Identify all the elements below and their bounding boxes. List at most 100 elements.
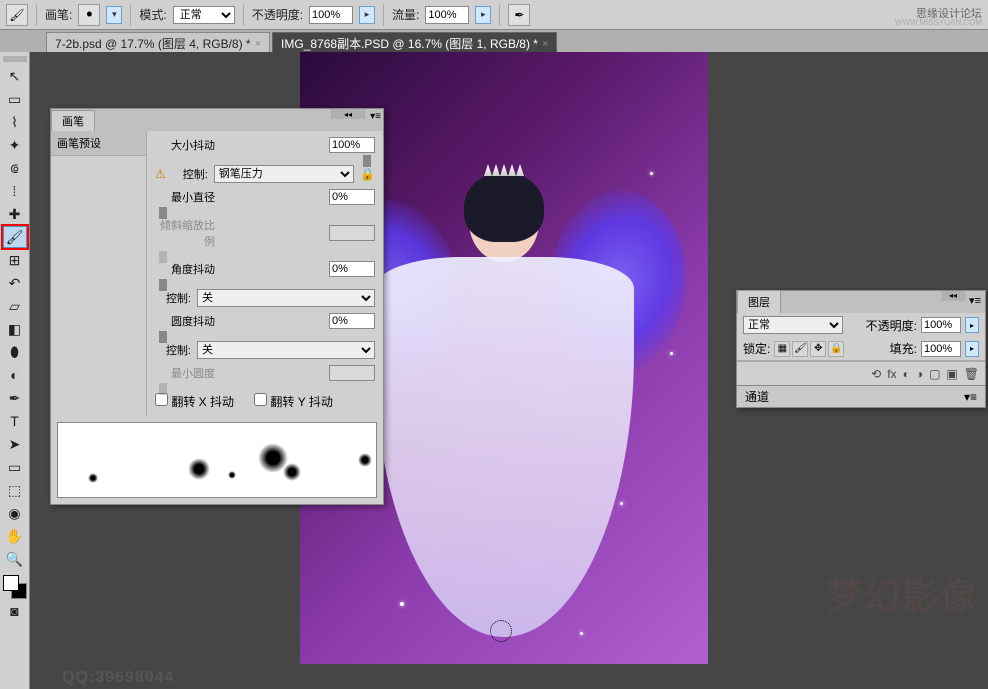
3d-tool[interactable]: ⬚ (3, 479, 27, 501)
tilt-scale-input (329, 225, 375, 241)
brush-dropdown-icon[interactable]: ▾ (106, 6, 122, 24)
tab-2-label: IMG_8768副本.PSD @ 16.7% (图层 1, RGB/8) * (281, 35, 538, 52)
opacity-arrow-icon[interactable]: ▸ (359, 6, 375, 24)
blur-tool[interactable]: ⬮ (3, 341, 27, 363)
pen-tool[interactable]: ✒ (3, 387, 27, 409)
document-tab-bar: 7-2b.psd @ 17.7% (图层 4, RGB/8) * × IMG_8… (0, 30, 988, 52)
brush-settings-detail: 大小抖动 ⚠ 控制: 钢笔压力 🔒 最小直径 倾斜缩放比例 角度抖动 (147, 131, 383, 416)
brush-label: 画笔: (45, 6, 72, 23)
angle-jitter-input[interactable] (329, 261, 375, 277)
layer-opacity-input[interactable] (921, 317, 961, 333)
fill-input[interactable] (921, 341, 961, 357)
airbrush-icon[interactable]: ✒ (508, 4, 530, 26)
brush-preset-header[interactable]: 画笔预设 (51, 131, 146, 156)
lock-all-icon[interactable]: 🔒 (828, 341, 844, 357)
zoom-tool[interactable]: 🔍 (3, 548, 27, 570)
marquee-tool[interactable]: ▭ (3, 88, 27, 110)
layer-opacity-label: 不透明度: (866, 317, 917, 334)
control-select[interactable]: 钢笔压力 (214, 165, 354, 183)
eyedropper-tool[interactable]: ⁞ (3, 180, 27, 202)
foreground-color[interactable] (3, 575, 19, 591)
lock-transparency-icon[interactable]: ▦ (774, 341, 790, 357)
new-layer-icon[interactable]: ▣ (946, 367, 957, 381)
close-icon[interactable]: × (542, 38, 548, 50)
blend-mode-select[interactable]: 正常 (743, 316, 843, 334)
delete-layer-icon[interactable]: 🗑 (964, 367, 979, 381)
panel-menu-icon[interactable]: ▾≡ (370, 111, 381, 122)
layer-mask-icon[interactable]: ◐ (903, 367, 910, 381)
size-jitter-label: 大小抖动 (155, 137, 215, 153)
brush-stroke-preview (57, 422, 377, 498)
lock-icons-group: ▦ 🖌 ✥ 🔒 (774, 341, 844, 357)
control3-select[interactable]: 关 (197, 341, 375, 359)
eraser-tool[interactable]: ▱ (3, 295, 27, 317)
shape-tool[interactable]: ▭ (3, 456, 27, 478)
warning-icon: ⚠ (155, 167, 166, 181)
flow-arrow-icon[interactable]: ▸ (475, 6, 491, 24)
tab-1-label: 7-2b.psd @ 17.7% (图层 4, RGB/8) * (55, 35, 251, 52)
quickmask-tool[interactable]: ◙ (3, 600, 27, 622)
control-label: 控制: (172, 166, 208, 182)
brush-preview-icon[interactable]: • (78, 4, 100, 26)
close-icon[interactable]: × (255, 38, 261, 50)
lock-paint-icon[interactable]: 🖌 (792, 341, 808, 357)
brush-panel-tab[interactable]: 画笔 (51, 110, 95, 131)
history-brush-tool[interactable]: ↶ (3, 272, 27, 294)
opacity-label: 不透明度: (252, 6, 303, 23)
control2-label: 控制: (155, 290, 191, 306)
angle-jitter-label: 角度抖动 (155, 261, 215, 277)
move-tool[interactable]: ↖ (3, 65, 27, 87)
panel-menu-icon[interactable]: ▾≡ (964, 390, 977, 404)
adjustment-layer-icon[interactable]: ◑ (916, 367, 923, 381)
link-layers-icon[interactable]: ⟲ (871, 367, 881, 381)
size-jitter-input[interactable] (329, 137, 375, 153)
fill-arrow-icon[interactable]: ▸ (965, 341, 979, 357)
dodge-tool[interactable]: ◐ (3, 364, 27, 386)
channels-tab[interactable]: 通道 (745, 388, 769, 405)
opacity-arrow-icon[interactable]: ▸ (965, 317, 979, 333)
brush-tool[interactable]: 🖌 (3, 226, 27, 248)
panel-menu-icon[interactable]: ▾≡ (969, 294, 981, 307)
min-round-label: 最小圆度 (155, 365, 215, 381)
panel-collapse-icon[interactable]: ◂◂ (331, 109, 365, 119)
layers-bottom-bar: ⟲ fx ◐ ◑ ▢ ▣ 🗑 (737, 361, 985, 385)
lock-label: 锁定: (743, 340, 770, 357)
control2-select[interactable]: 关 (197, 289, 375, 307)
bg-watermark: 梦幻影像 (826, 567, 978, 619)
document-tab-2[interactable]: IMG_8768副本.PSD @ 16.7% (图层 1, RGB/8) * × (272, 32, 557, 52)
healing-brush-tool[interactable]: ✚ (3, 203, 27, 225)
layer-style-icon[interactable]: fx (887, 367, 896, 381)
hand-tool[interactable]: ✋ (3, 525, 27, 547)
min-diameter-input[interactable] (329, 189, 375, 205)
crop-tool[interactable]: ⟃ (3, 157, 27, 179)
layer-group-icon[interactable]: ▢ (929, 367, 940, 381)
3d-camera-tool[interactable]: ◉ (3, 502, 27, 524)
flip-x-checkbox[interactable]: 翻转 X 抖动 (155, 393, 234, 410)
brush-panel: ◂◂ ▾≡ 画笔 画笔预设 大小抖动 ⚠ 控制: 钢笔压力 🔒 最小直径 (50, 108, 384, 505)
gradient-tool[interactable]: ◧ (3, 318, 27, 340)
min-round-input (329, 365, 375, 381)
brush-settings-list: 画笔预设 (51, 131, 147, 416)
opacity-input[interactable] (309, 6, 353, 24)
tool-preset-icon[interactable]: 🖌 (6, 4, 28, 26)
magic-wand-tool[interactable]: ✦ (3, 134, 27, 156)
stamp-tool[interactable]: ⊞ (3, 249, 27, 271)
document-tab-1[interactable]: 7-2b.psd @ 17.7% (图层 4, RGB/8) * × (46, 32, 270, 52)
panel-collapse-icon[interactable]: ◂◂ (941, 291, 965, 301)
layers-panel: ◂◂ 图层 ▾≡ 正常 不透明度: ▸ 锁定: ▦ 🖌 ✥ 🔒 填充: ▸ ⟲ … (736, 290, 986, 408)
mode-select[interactable]: 正常 (173, 6, 235, 24)
tilt-scale-label: 倾斜缩放比例 (155, 217, 215, 249)
round-jitter-input[interactable] (329, 313, 375, 329)
round-jitter-label: 圆度抖动 (155, 313, 215, 329)
mode-label: 模式: (139, 6, 166, 23)
tools-panel: ↖ ▭ ⌇ ✦ ⟃ ⁞ ✚ 🖌 ⊞ ↶ ▱ ◧ ⬮ ◐ ✒ T ➤ ▭ ⬚ ◉ … (0, 52, 30, 689)
watermark-sub: WWW.MISSYUAN.COM (895, 18, 982, 27)
lasso-tool[interactable]: ⌇ (3, 111, 27, 133)
path-selection-tool[interactable]: ➤ (3, 433, 27, 455)
lock-position-icon[interactable]: ✥ (810, 341, 826, 357)
type-tool[interactable]: T (3, 410, 27, 432)
layers-tab[interactable]: 图层 (737, 290, 781, 313)
color-swatches[interactable] (3, 575, 27, 599)
panel-grip[interactable] (3, 56, 27, 62)
flow-input[interactable] (425, 6, 469, 24)
